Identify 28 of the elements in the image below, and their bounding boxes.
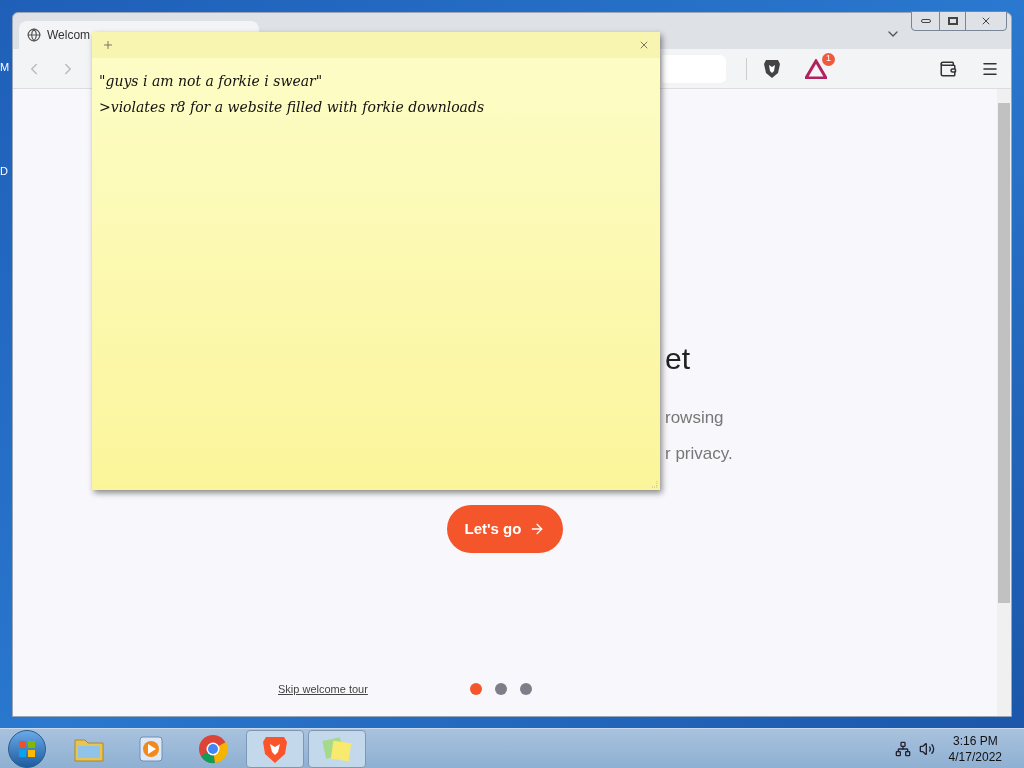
scrollbar[interactable] <box>997 89 1011 716</box>
windows-logo-icon <box>18 739 36 758</box>
taskbar-button[interactable] <box>246 729 304 768</box>
welcome-text: r privacy. <box>665 443 734 465</box>
wallet-icon[interactable] <box>939 59 957 78</box>
desktop-icon-label: M <box>0 60 10 75</box>
taskbar-button[interactable] <box>308 729 366 768</box>
close-note-icon[interactable] <box>638 39 650 51</box>
notification-badge: 1 <box>822 52 835 66</box>
globe-icon <box>27 28 41 42</box>
network-icon[interactable] <box>894 740 911 757</box>
welcome-text: rowsing <box>665 407 725 429</box>
sticky-notes-icon <box>321 735 353 762</box>
note-text: "guys i am not a forkie i swear" <box>99 72 324 91</box>
volume-icon[interactable] <box>918 740 935 757</box>
media-player-icon <box>137 734 165 763</box>
welcome-heading: et <box>665 341 692 377</box>
resize-grip-icon[interactable] <box>650 480 658 488</box>
desktop-icon-label: D <box>0 164 8 179</box>
close-icon <box>980 15 992 27</box>
add-note-icon[interactable] <box>102 39 114 51</box>
triangle-rewards-icon[interactable] <box>805 58 827 79</box>
clock[interactable]: 3:16 PM 4/17/2022 <box>948 732 1002 765</box>
note-text: >violates r8 for a website filled with forkie downloads <box>99 98 486 117</box>
lion-shield-icon[interactable] <box>763 58 781 79</box>
browser-logo-icon <box>198 733 228 764</box>
start-button[interactable] <box>8 729 46 768</box>
skip-tour-link[interactable]: Skip welcome tour <box>278 681 368 698</box>
